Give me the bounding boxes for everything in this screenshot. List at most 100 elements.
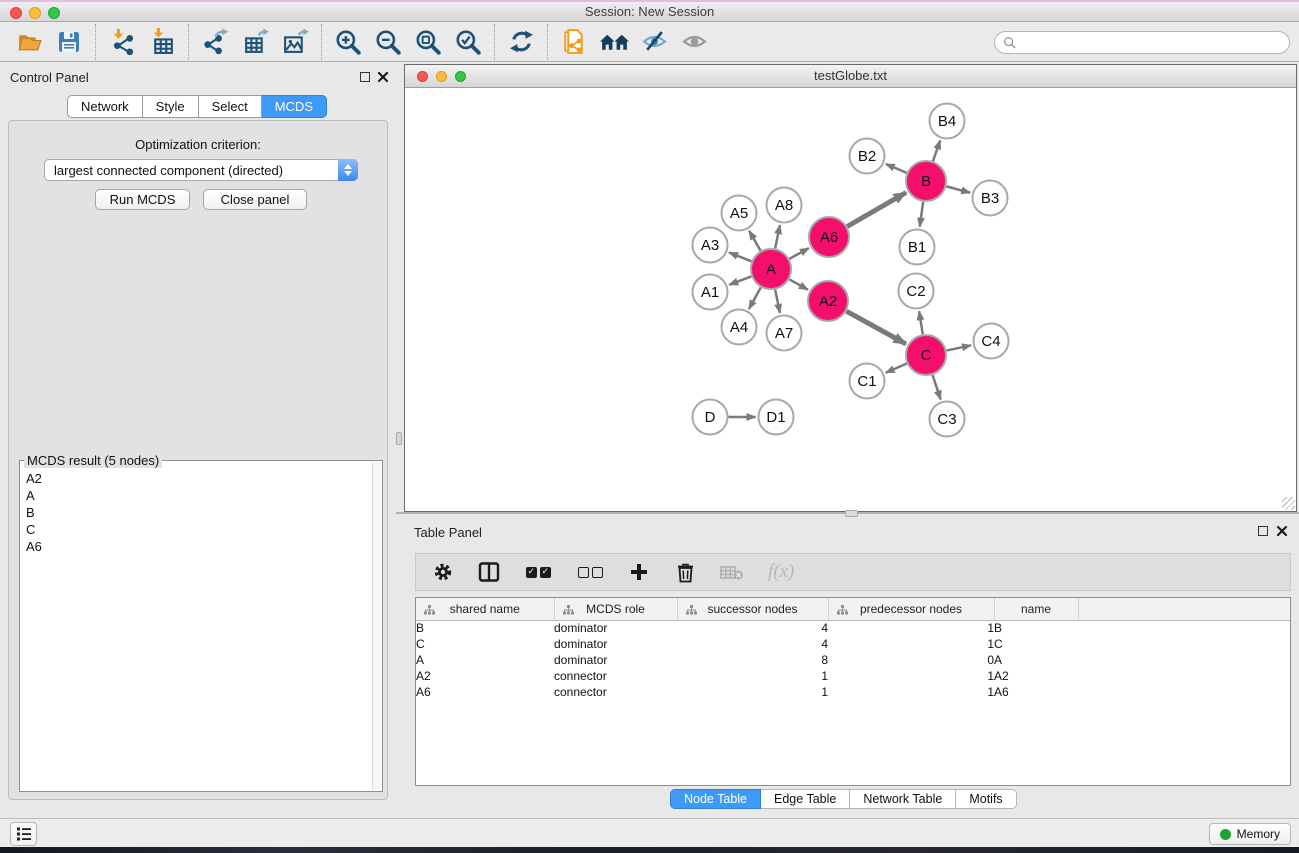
- edge-B-B4[interactable]: [933, 140, 940, 161]
- edge-A-A6[interactable]: [789, 248, 808, 259]
- control-panel-title: Control Panel: [10, 70, 89, 85]
- network-maximize-button[interactable]: [455, 71, 466, 82]
- column-header-successor-nodes[interactable]: successor nodes: [677, 598, 828, 620]
- search-input[interactable]: [1021, 36, 1281, 50]
- table-row[interactable]: A2connector11A2: [416, 668, 1291, 684]
- edge-A2-C[interactable]: [846, 311, 905, 344]
- edge-C-C4[interactable]: [947, 345, 971, 350]
- column-browser-icon[interactable]: [478, 560, 500, 584]
- hide-selected-icon[interactable]: [637, 25, 671, 59]
- run-mcds-button[interactable]: Run MCDS: [95, 189, 190, 210]
- table-row[interactable]: Cdominator41C: [416, 636, 1291, 652]
- edge-A6-B[interactable]: [847, 192, 906, 226]
- table-panel-close-icon[interactable]: [1276, 525, 1288, 537]
- edge-A-A7[interactable]: [775, 290, 780, 313]
- table-row[interactable]: Adominator80A: [416, 652, 1291, 668]
- mcds-result-item[interactable]: A6: [21, 538, 372, 555]
- tab-edge-table[interactable]: Edge Table: [761, 789, 850, 809]
- refresh-icon[interactable]: [504, 25, 538, 59]
- tab-select[interactable]: Select: [199, 95, 262, 118]
- function-builder-icon: f(x): [768, 560, 794, 584]
- hierarchy-icon: [837, 604, 848, 618]
- edge-A-A2[interactable]: [789, 279, 808, 289]
- export-table-icon[interactable]: [238, 25, 272, 59]
- table-cell: 1: [828, 684, 994, 700]
- tab-style[interactable]: Style: [143, 95, 199, 118]
- tab-mcds[interactable]: MCDS: [262, 95, 327, 118]
- node-table: shared nameMCDS rolesuccessor nodesprede…: [415, 597, 1291, 786]
- table-cell: 1: [828, 636, 994, 652]
- control-panel-float-icon[interactable]: [360, 72, 370, 82]
- window-resize-grip[interactable]: [1282, 497, 1295, 510]
- mcds-result-item[interactable]: A: [21, 487, 372, 504]
- column-header-predecessor-nodes[interactable]: predecessor nodes: [828, 598, 994, 620]
- node-label-B2: B2: [858, 148, 876, 165]
- close-panel-button[interactable]: Close panel: [203, 189, 307, 210]
- edge-A-A5[interactable]: [749, 231, 760, 251]
- network-canvas[interactable]: B4B2BB3A5A8A6A3B1AA1A2C2A4A7C4CC1C3DD1: [405, 88, 1296, 511]
- select-all-icon[interactable]: [524, 560, 552, 584]
- zoom-in-icon[interactable]: [331, 25, 365, 59]
- mcds-result-item[interactable]: B: [21, 504, 372, 521]
- edge-A-A4[interactable]: [749, 287, 761, 309]
- network-minimize-button[interactable]: [436, 71, 447, 82]
- memory-button[interactable]: Memory: [1209, 823, 1291, 845]
- tab-node-table[interactable]: Node Table: [670, 789, 761, 809]
- table-cell: A6: [416, 684, 554, 700]
- import-network-icon[interactable]: [105, 25, 139, 59]
- edge-A-A1[interactable]: [729, 276, 751, 284]
- zoom-fit-content-icon[interactable]: [411, 25, 445, 59]
- task-history-button[interactable]: [10, 822, 37, 846]
- node-label-A3: A3: [701, 237, 719, 254]
- new-network-from-selection-icon[interactable]: [557, 25, 591, 59]
- horizontal-splitter-grip[interactable]: [845, 510, 858, 517]
- memory-label: Memory: [1237, 827, 1280, 841]
- edge-B-B2[interactable]: [886, 164, 907, 173]
- first-neighbors-icon[interactable]: [597, 25, 631, 59]
- criterion-dropdown[interactable]: largest connected component (directed): [44, 159, 358, 181]
- column-header-MCDS-role[interactable]: MCDS role: [554, 598, 677, 620]
- tab-network-table[interactable]: Network Table: [850, 789, 956, 809]
- edge-A-A8[interactable]: [775, 225, 780, 248]
- network-close-button[interactable]: [417, 71, 428, 82]
- edge-A-A3[interactable]: [729, 253, 751, 262]
- edge-B-B1[interactable]: [920, 202, 923, 227]
- zoom-out-icon[interactable]: [371, 25, 405, 59]
- column-header-name[interactable]: name: [994, 598, 1078, 620]
- table-panel-float-icon[interactable]: [1258, 526, 1268, 536]
- node-label-B: B: [921, 173, 931, 190]
- minimize-window-button[interactable]: [29, 7, 41, 19]
- column-settings-gear-icon[interactable]: [432, 560, 454, 584]
- column-header-shared-name[interactable]: shared name: [416, 598, 554, 620]
- table-row[interactable]: Bdominator41B: [416, 620, 1291, 636]
- edge-C-C3[interactable]: [933, 375, 941, 400]
- network-graph[interactable]: B4B2BB3A5A8A6A3B1AA1A2C2A4A7C4CC1C3DD1: [405, 88, 1296, 511]
- export-image-icon[interactable]: [278, 25, 312, 59]
- edge-C-C2[interactable]: [919, 311, 923, 334]
- delete-icon[interactable]: [674, 560, 696, 584]
- deselect-all-icon[interactable]: [576, 560, 604, 584]
- add-row-icon[interactable]: [628, 560, 650, 584]
- table-row[interactable]: A6connector11A6: [416, 684, 1291, 700]
- mcds-result-scrollbar[interactable]: [372, 462, 381, 790]
- show-all-icon[interactable]: [677, 25, 711, 59]
- import-table-icon[interactable]: [145, 25, 179, 59]
- mcds-result-item[interactable]: A2: [21, 470, 372, 487]
- close-window-button[interactable]: [10, 7, 22, 19]
- table-body: Bdominator41BCdominator41CAdominator80AA…: [416, 620, 1291, 700]
- maximize-window-button[interactable]: [48, 7, 60, 19]
- table-cell: C: [416, 636, 554, 652]
- vertical-splitter-grip[interactable]: [396, 432, 402, 445]
- edge-B-B3[interactable]: [946, 186, 970, 192]
- zoom-selected-icon[interactable]: [451, 25, 485, 59]
- save-icon[interactable]: [52, 25, 86, 59]
- tab-network[interactable]: Network: [67, 95, 143, 118]
- table-cell: A2: [416, 668, 554, 684]
- control-panel-close-icon[interactable]: [377, 71, 389, 83]
- mcds-result-item[interactable]: C: [21, 521, 372, 538]
- tab-motifs[interactable]: Motifs: [956, 789, 1016, 809]
- open-icon[interactable]: [12, 25, 46, 59]
- edge-C-C1[interactable]: [886, 363, 907, 372]
- table-cell: 1: [677, 668, 828, 684]
- export-network-icon[interactable]: [198, 25, 232, 59]
